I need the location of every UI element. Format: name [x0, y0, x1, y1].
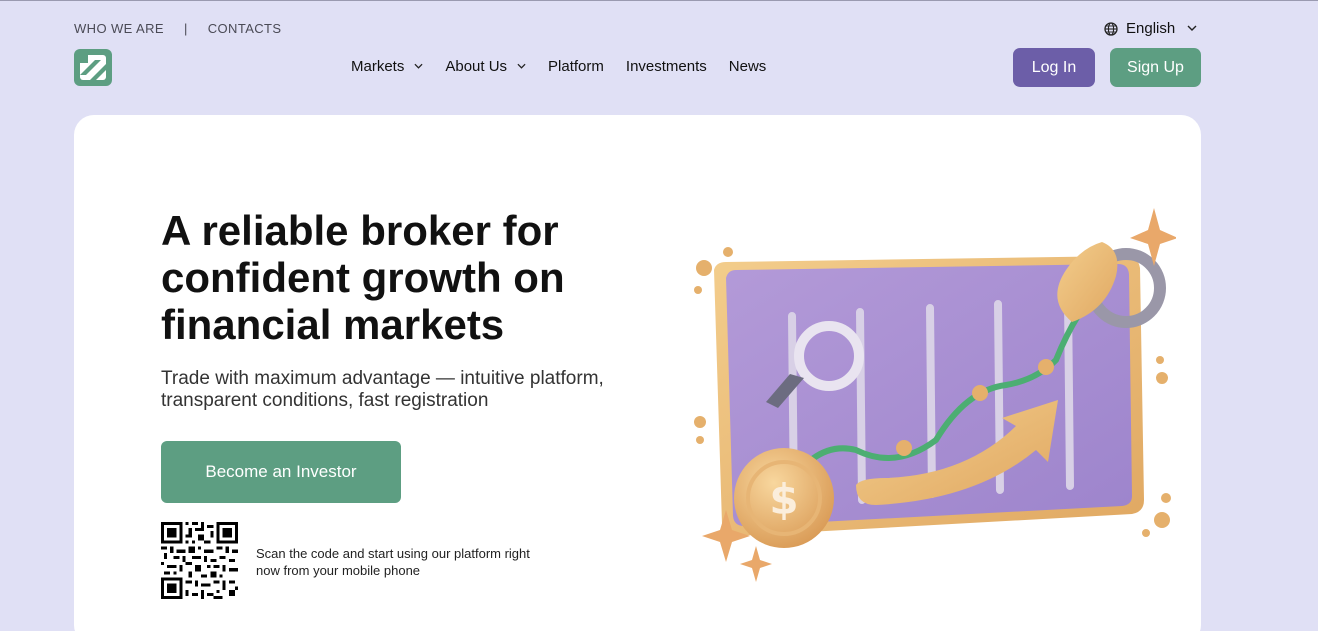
nav-item-label: News — [728, 58, 767, 75]
nav-item-about-us[interactable]: About Us — [445, 58, 526, 75]
language-selector[interactable]: English — [1104, 20, 1197, 37]
growth-chart-illustration: $ — [694, 208, 1176, 582]
brand-logo-icon — [80, 55, 106, 80]
nav-item-investments[interactable]: Investments — [626, 58, 707, 75]
hero-title: A reliable broker for confident growth o… — [161, 207, 565, 348]
qr-code — [161, 522, 238, 599]
become-investor-button[interactable]: Become an Investor — [161, 441, 401, 503]
language-label: English — [1126, 20, 1176, 37]
hero-card: A reliable broker for confident growth o… — [74, 115, 1201, 631]
main-nav: Markets About Us Platform Investments Ne… — [351, 58, 788, 75]
signup-button[interactable]: Sign Up — [1110, 48, 1201, 87]
nav-item-platform[interactable]: Platform — [548, 58, 604, 75]
login-button[interactable]: Log In — [1013, 48, 1095, 87]
topbar-separator: | — [183, 21, 188, 36]
chevron-down-icon — [517, 61, 526, 72]
hero-subtitle: Trade with maximum advantage — intuitive… — [161, 368, 604, 411]
nav-item-label: Markets — [351, 58, 405, 75]
brand-logo[interactable] — [74, 49, 112, 86]
qr-instructions: Scan the code and start using our platfo… — [256, 546, 530, 578]
contacts-link[interactable]: CONTACTS — [208, 21, 282, 36]
nav-item-news[interactable]: News — [729, 58, 767, 75]
nav-item-label: Platform — [548, 58, 604, 75]
who-we-are-link[interactable]: WHO WE ARE — [74, 21, 164, 36]
nav-item-label: Investments — [625, 58, 707, 75]
nav-item-markets[interactable]: Markets — [351, 58, 423, 75]
globe-icon — [1104, 21, 1118, 36]
svg-text:$: $ — [769, 475, 798, 524]
chevron-down-icon — [414, 61, 423, 72]
chevron-down-icon — [1187, 23, 1197, 34]
top-utility-bar: WHO WE ARE | CONTACTS — [74, 21, 281, 36]
nav-item-label: About Us — [445, 58, 508, 75]
